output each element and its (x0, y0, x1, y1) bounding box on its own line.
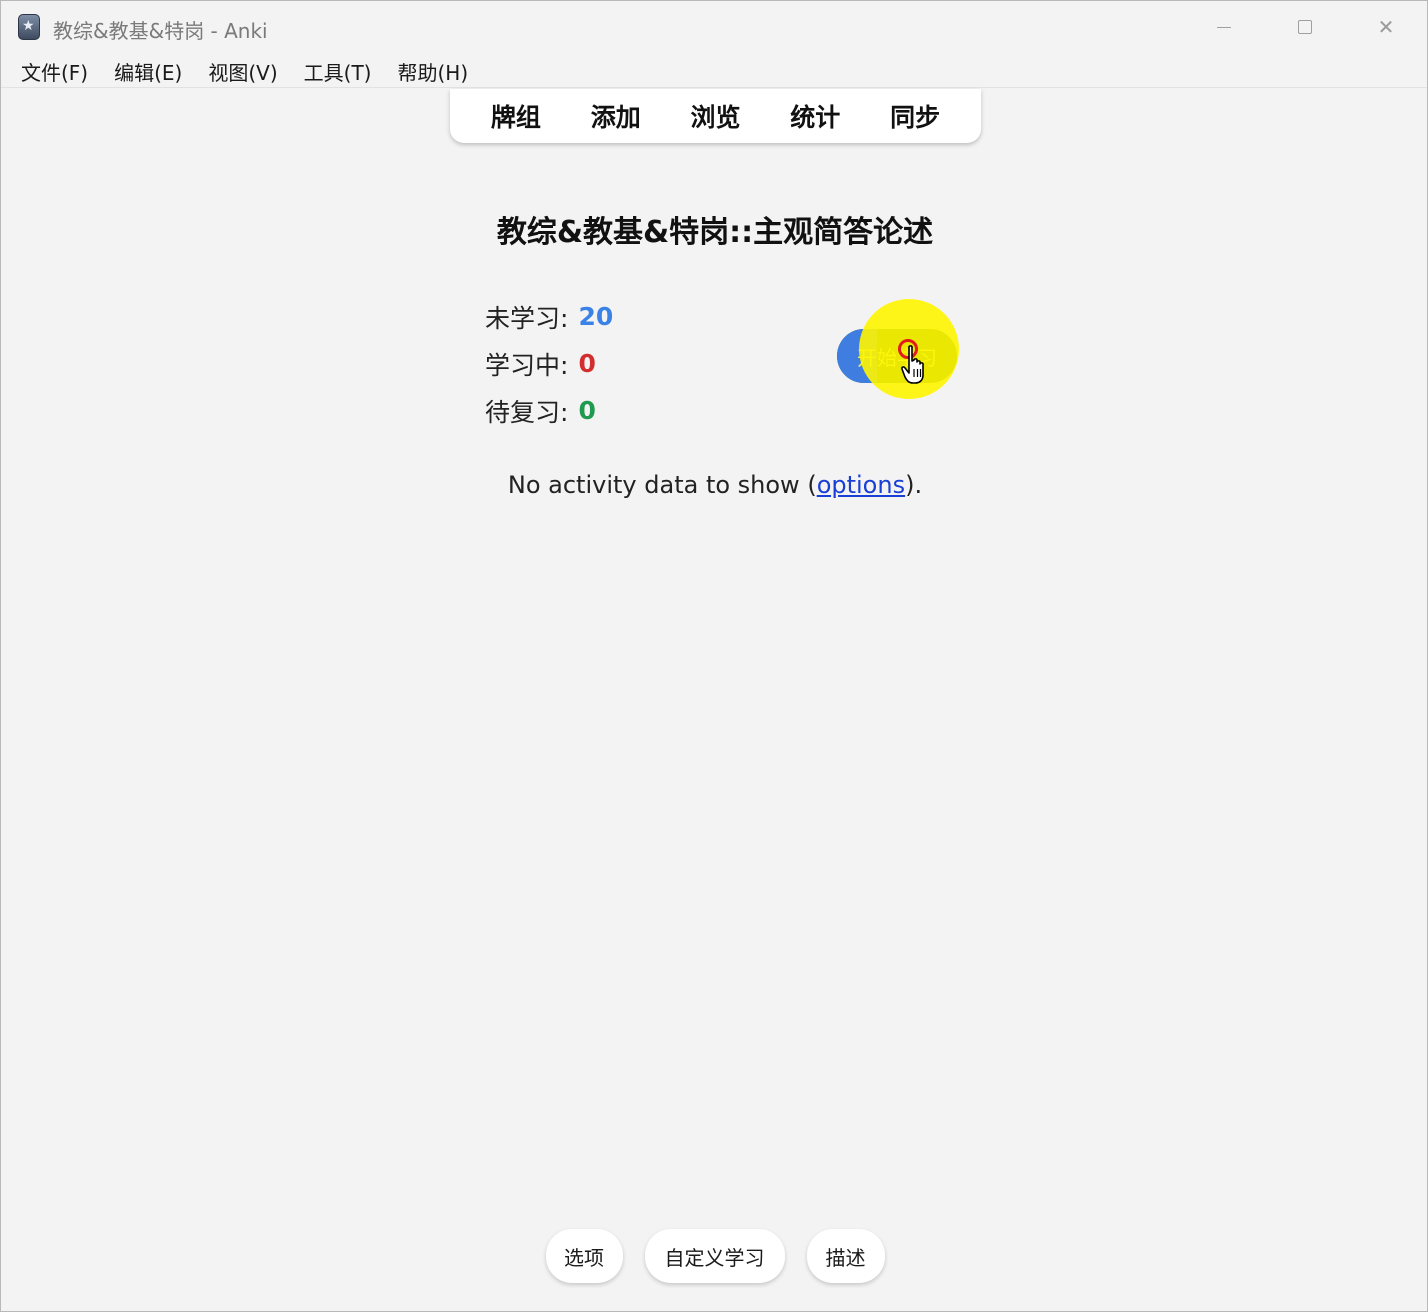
new-count-label: 未学习: (485, 303, 569, 333)
title-bar[interactable]: 教综&教基&特岗 - Anki ✕ (1, 1, 1427, 53)
activity-prefix: No activity data to show ( (507, 471, 817, 499)
toolbar-stats[interactable]: 统计 (790, 98, 840, 134)
study-now-button[interactable]: 开始学习 (837, 329, 957, 383)
window-title: 教综&教基&特岗 - Anki (53, 19, 268, 43)
minimize-button[interactable] (1201, 11, 1247, 43)
toolbar-decks[interactable]: 牌组 (491, 98, 541, 134)
study-button-label: 开始学习 (857, 347, 937, 370)
toolbar-browse[interactable]: 浏览 (690, 98, 740, 134)
review-count-value: 0 (578, 396, 596, 425)
options-button[interactable]: 选项 (545, 1229, 623, 1283)
activity-options-link[interactable]: options (817, 471, 905, 499)
deck-title: 教综&教基&特岗::主观简答论述 (496, 215, 934, 250)
review-count-label: 待复习: (485, 397, 569, 427)
anki-window: 教综&教基&特岗 - Anki ✕ 文件(F) 编辑(E) 视图(V) 工具(T… (0, 0, 1428, 1312)
menu-help[interactable]: 帮助(H) (397, 57, 468, 86)
description-button[interactable]: 描述 (806, 1229, 885, 1283)
maximize-button[interactable] (1282, 11, 1328, 43)
deck-counts: 未学习: 20 学习中: 0 待复习: 0 (485, 293, 613, 434)
count-row-new: 未学习: 20 (485, 293, 613, 340)
close-icon: ✕ (1377, 15, 1395, 39)
toolbar-add[interactable]: 添加 (591, 98, 641, 134)
bottom-button-bar: 选项 自定义学习 描述 (1, 1229, 1428, 1285)
maximize-icon (1298, 20, 1312, 34)
activity-message: No activity data to show (options). (1, 471, 1428, 499)
menu-edit[interactable]: 编辑(E) (114, 57, 182, 86)
anki-app-icon (18, 14, 40, 40)
learn-count-label: 学习中: (485, 350, 569, 380)
count-row-review: 待复习: 0 (485, 387, 613, 434)
close-button[interactable]: ✕ (1363, 11, 1409, 43)
new-count-value: 20 (578, 302, 614, 331)
custom-study-button[interactable]: 自定义学习 (644, 1229, 785, 1283)
count-row-learn: 学习中: 0 (485, 340, 613, 387)
minimize-icon (1217, 26, 1231, 28)
top-toolbar: 牌组 添加 浏览 统计 同步 (450, 89, 981, 143)
menu-tools[interactable]: 工具(T) (304, 57, 372, 86)
toolbar-sync[interactable]: 同步 (890, 98, 940, 134)
menu-divider (1, 87, 1427, 88)
menu-bar: 文件(F) 编辑(E) 视图(V) 工具(T) 帮助(H) (1, 55, 1427, 87)
activity-suffix: ). (905, 471, 923, 499)
menu-file[interactable]: 文件(F) (21, 57, 88, 86)
menu-view[interactable]: 视图(V) (208, 57, 277, 86)
learn-count-value: 0 (578, 349, 596, 378)
